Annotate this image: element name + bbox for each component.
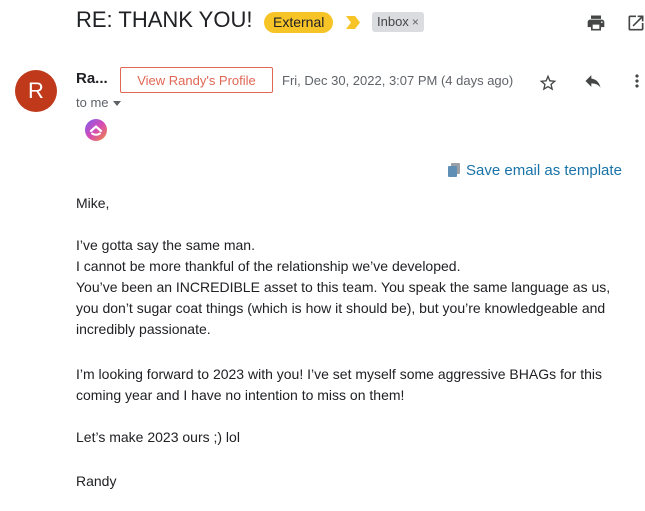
print-icon[interactable] bbox=[586, 13, 606, 33]
external-badge: External bbox=[264, 12, 334, 33]
more-vert-icon[interactable] bbox=[627, 71, 645, 91]
reply-icon[interactable] bbox=[583, 71, 603, 91]
sender-name[interactable]: Ra... bbox=[76, 70, 108, 87]
importance-arrow-icon[interactable] bbox=[346, 16, 360, 29]
chevron-down-icon bbox=[112, 101, 121, 107]
to-me-label: to me bbox=[76, 95, 109, 110]
save-template-label: Save email as template bbox=[466, 162, 622, 179]
open-in-new-window-icon[interactable] bbox=[626, 13, 645, 33]
email-greeting: Mike, bbox=[76, 195, 110, 211]
body-line: I cannot be more thankful of the relatio… bbox=[76, 258, 461, 274]
star-icon[interactable] bbox=[538, 73, 558, 93]
email-signoff: Randy bbox=[76, 473, 117, 489]
body-line: You’ve been an INCREDIBLE asset to this … bbox=[76, 279, 611, 337]
copy-icon bbox=[448, 163, 460, 177]
email-paragraph-3: Let’s make 2023 ours ;) lol bbox=[76, 429, 240, 445]
recipients-toggle[interactable]: to me bbox=[76, 95, 121, 110]
extension-logo-icon[interactable] bbox=[84, 118, 108, 142]
email-paragraph-2: I’m looking forward to 2023 with you! I’… bbox=[76, 366, 602, 403]
body-line: I’ve gotta say the same man. bbox=[76, 237, 255, 253]
email-paragraph-1: I’ve gotta say the same man. I cannot be… bbox=[76, 235, 636, 340]
sender-avatar[interactable]: R bbox=[15, 70, 57, 112]
view-profile-button[interactable]: View Randy's Profile bbox=[120, 67, 273, 93]
remove-label-button[interactable]: × bbox=[412, 15, 419, 29]
inbox-label-badge: Inbox × bbox=[372, 12, 424, 32]
email-subject: RE: THANK YOU! bbox=[76, 7, 253, 32]
save-as-template-button[interactable]: Save email as template bbox=[448, 162, 622, 179]
email-date: Fri, Dec 30, 2022, 3:07 PM (4 days ago) bbox=[282, 73, 514, 88]
inbox-label-text: Inbox bbox=[377, 14, 409, 29]
